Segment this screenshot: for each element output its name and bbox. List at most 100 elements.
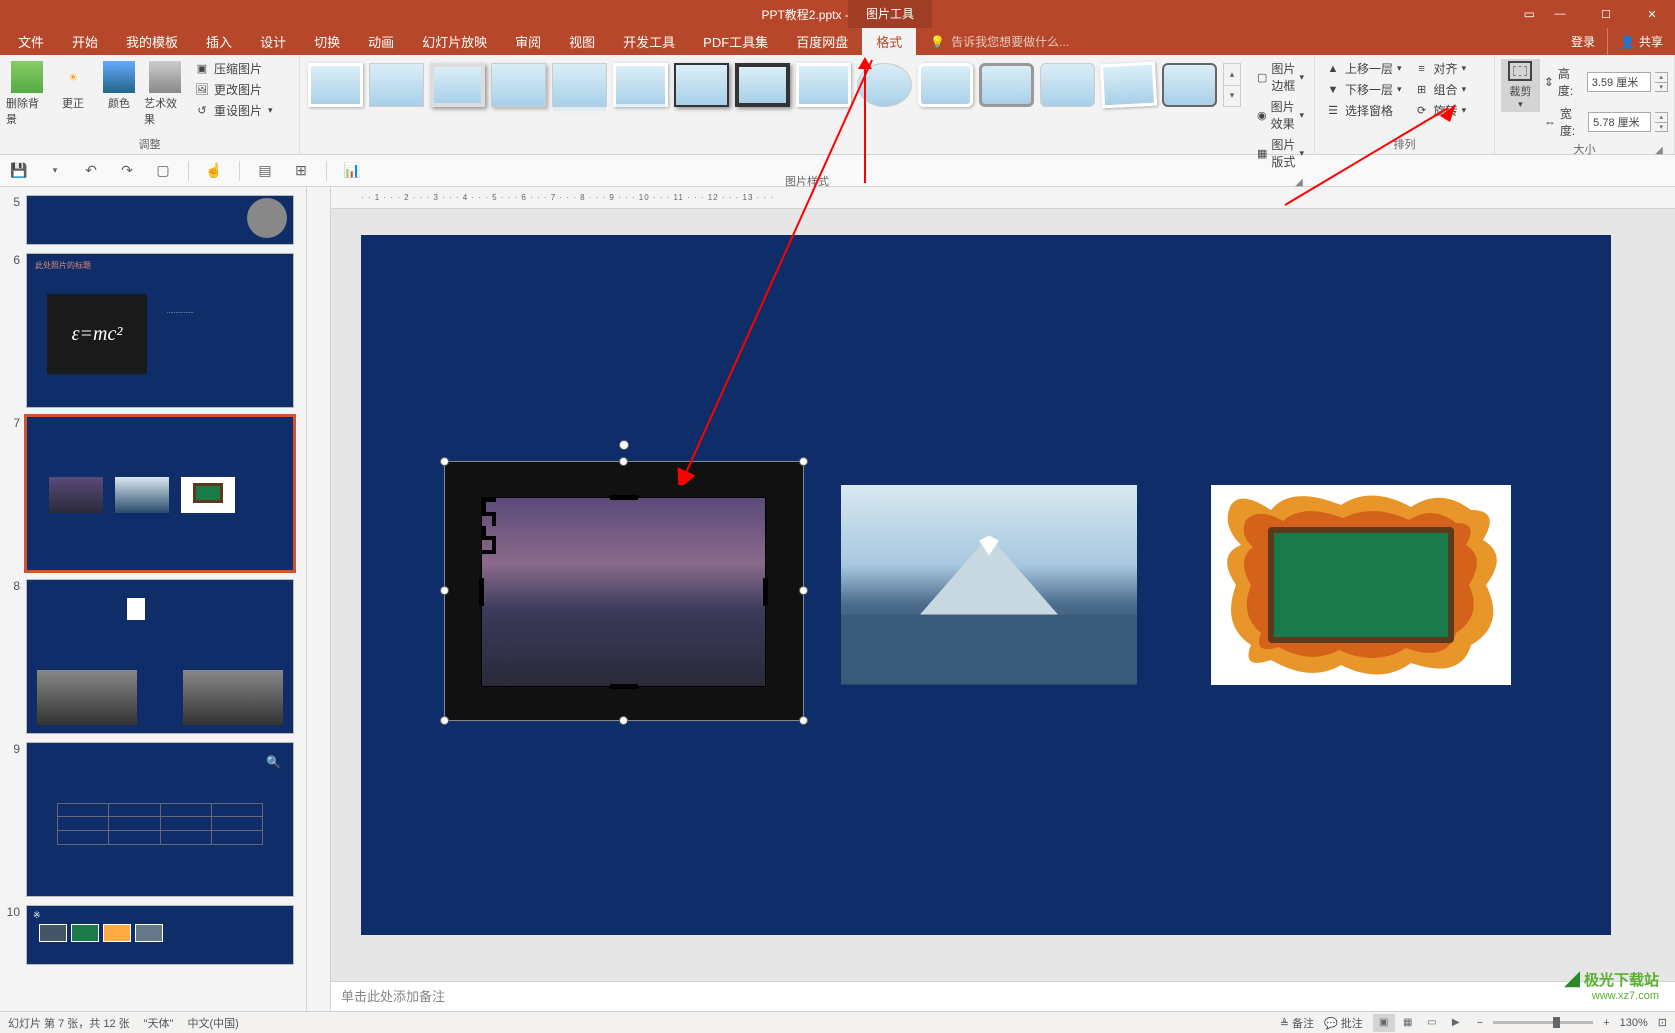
selection-pane-button[interactable]: ☰选择窗格 [1321, 101, 1406, 120]
tab-animations[interactable]: 动画 [354, 28, 408, 55]
slide-counter[interactable]: 幻灯片 第 7 张，共 12 张 [8, 1015, 130, 1031]
qat-extra-1[interactable]: ▤ [254, 160, 276, 182]
artistic-effects-button[interactable]: 艺术效果 [144, 59, 186, 127]
compress-pictures-button[interactable]: ▣压缩图片 [190, 59, 277, 78]
tab-baidu[interactable]: 百度网盘 [782, 28, 862, 55]
remove-background-button[interactable]: 删除背景 [6, 59, 48, 127]
language-indicator[interactable]: 中文(中国) [187, 1015, 238, 1031]
fit-to-window-button[interactable]: ⊡ [1658, 1016, 1667, 1029]
close-button[interactable]: ✕ [1629, 0, 1675, 28]
change-picture-button[interactable]: 🖼更改图片 [190, 80, 277, 99]
tab-view[interactable]: 视图 [555, 28, 609, 55]
minimize-button[interactable]: — [1537, 0, 1583, 28]
slideshow-view-button[interactable]: ▶ [1445, 1014, 1467, 1032]
style-thumb[interactable] [735, 63, 790, 107]
slide-thumb-10[interactable]: 10 ※ [0, 901, 306, 969]
touch-mode-button[interactable]: ☝ [203, 160, 225, 182]
maximize-button[interactable]: ☐ [1583, 0, 1629, 28]
tab-transitions[interactable]: 切换 [300, 28, 354, 55]
group-button[interactable]: ⊞组合▾ [1410, 80, 1471, 99]
picture-layout-button[interactable]: ▦图片版式▾ [1253, 135, 1308, 171]
crop-handle[interactable] [479, 578, 484, 606]
redo-button[interactable]: ↷ [116, 160, 138, 182]
tab-developer[interactable]: 开发工具 [609, 28, 689, 55]
picture-effects-button[interactable]: ◉图片效果▾ [1253, 97, 1308, 133]
crop-handle[interactable] [610, 495, 638, 500]
style-thumb[interactable] [1040, 63, 1095, 107]
gallery-more-button[interactable]: ▴▾ [1223, 63, 1241, 107]
resize-handle[interactable] [799, 586, 808, 595]
crop-frame[interactable] [481, 497, 766, 687]
tab-insert[interactable]: 插入 [192, 28, 246, 55]
tab-file[interactable]: 文件 [4, 28, 58, 55]
picture-border-button[interactable]: ▢图片边框▾ [1253, 59, 1308, 95]
bring-forward-button[interactable]: ▲上移一层▾ [1321, 59, 1406, 78]
width-input[interactable]: 5.78 厘米 [1588, 112, 1651, 132]
slide-thumb-8[interactable]: 8 [0, 575, 306, 738]
style-thumb[interactable] [796, 63, 851, 107]
rotation-handle[interactable] [619, 440, 629, 450]
start-from-beginning-button[interactable]: ▢ [152, 160, 174, 182]
resize-handle[interactable] [799, 716, 808, 725]
style-thumb[interactable] [1162, 63, 1217, 107]
style-thumb[interactable] [308, 63, 363, 107]
style-thumb[interactable] [1100, 62, 1157, 109]
style-thumb[interactable] [857, 63, 912, 107]
tab-pdf[interactable]: PDF工具集 [689, 28, 782, 55]
crop-handle[interactable] [763, 578, 768, 606]
height-input[interactable]: 3.59 厘米 [1587, 72, 1651, 92]
crop-handle[interactable] [482, 526, 496, 540]
resize-handle[interactable] [440, 586, 449, 595]
zoom-level[interactable]: 130% [1620, 1017, 1648, 1029]
slide-thumb-9[interactable]: 9 🔍 [0, 738, 306, 901]
tab-mytemplates[interactable]: 我的模板 [112, 28, 192, 55]
style-thumb[interactable] [918, 63, 973, 107]
corrections-button[interactable]: ☀ 更正 [52, 59, 94, 111]
login-button[interactable]: 登录 [1559, 28, 1607, 55]
slide-thumb-6[interactable]: 6 此处照片的标题 ε=mc² ................ [0, 249, 306, 412]
color-button[interactable]: 颜色 [98, 59, 140, 111]
resize-handle[interactable] [619, 716, 628, 725]
resize-handle[interactable] [619, 457, 628, 466]
style-thumb[interactable] [369, 63, 424, 107]
rotate-button[interactable]: ⟳旋转▾ [1410, 101, 1471, 120]
tab-format[interactable]: 格式 [862, 28, 916, 55]
style-thumb[interactable] [491, 63, 546, 107]
normal-view-button[interactable]: ▣ [1373, 1014, 1395, 1032]
reset-picture-button[interactable]: ↺重设图片▾ [190, 101, 277, 120]
crop-handle[interactable] [610, 684, 638, 689]
crop-handle[interactable] [482, 540, 496, 554]
tab-review[interactable]: 审阅 [501, 28, 555, 55]
crop-handle[interactable] [482, 498, 496, 512]
share-button[interactable]: 👤 共享 [1607, 28, 1675, 55]
notes-toggle[interactable]: ≜ 备注 [1280, 1015, 1314, 1031]
resize-handle[interactable] [440, 716, 449, 725]
slide-thumbnail-panel[interactable]: 5 6 此处照片的标题 ε=mc² ................ 7 8 [0, 187, 307, 1011]
crop-button[interactable]: 裁剪 ▾ [1501, 59, 1540, 112]
tell-me-search[interactable]: 💡 告诉我您想要做什么... [930, 28, 1069, 55]
resize-handle[interactable] [799, 457, 808, 466]
current-slide[interactable] [361, 235, 1611, 935]
notes-pane[interactable]: 单击此处添加备注 [331, 981, 1675, 1011]
style-thumb[interactable] [430, 63, 485, 107]
comments-toggle[interactable]: 💬 批注 [1324, 1015, 1363, 1031]
picture-chalkboard[interactable] [1211, 485, 1511, 685]
style-thumb[interactable] [552, 63, 607, 107]
style-thumb[interactable] [613, 63, 668, 107]
picture-mountain[interactable] [841, 485, 1137, 685]
slide-thumb-5[interactable]: 5 [0, 191, 306, 249]
crop-handle[interactable] [482, 512, 496, 526]
zoom-slider[interactable] [1493, 1021, 1593, 1024]
save-button[interactable]: 💾 [8, 160, 30, 182]
zoom-in-button[interactable]: + [1603, 1017, 1609, 1029]
width-spinner[interactable]: ▴▾ [1655, 112, 1668, 132]
tab-slideshow[interactable]: 幻灯片放映 [408, 28, 501, 55]
slide-canvas-area[interactable] [331, 209, 1675, 981]
sorter-view-button[interactable]: ▦ [1397, 1014, 1419, 1032]
resize-handle[interactable] [440, 457, 449, 466]
zoom-out-button[interactable]: − [1477, 1017, 1483, 1029]
reading-view-button[interactable]: ▭ [1421, 1014, 1443, 1032]
dialog-launcher-icon[interactable]: ◢ [1652, 145, 1666, 159]
tab-design[interactable]: 设计 [246, 28, 300, 55]
tab-home[interactable]: 开始 [58, 28, 112, 55]
